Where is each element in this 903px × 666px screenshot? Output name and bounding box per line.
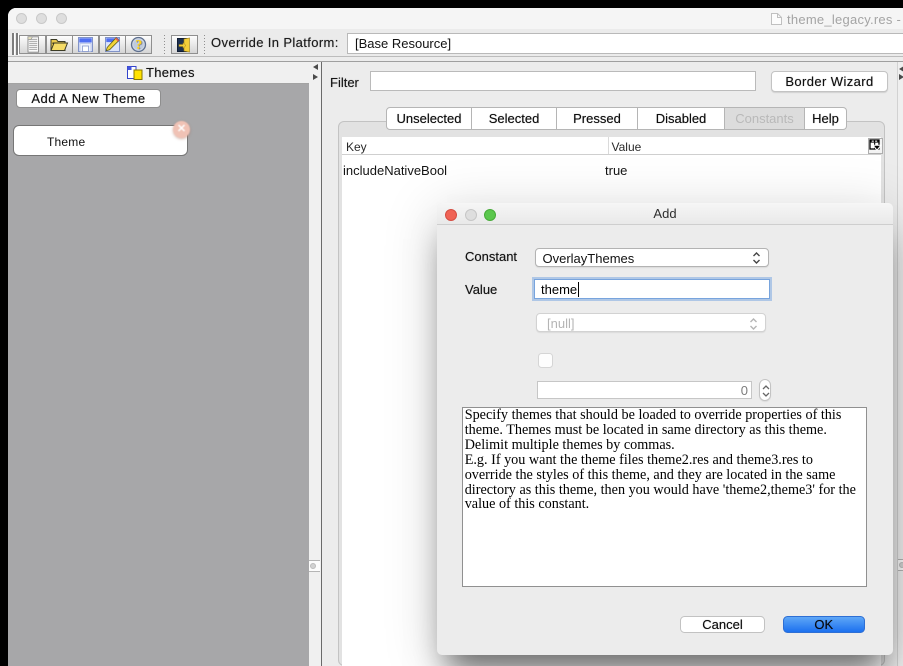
svg-text:?: ? [135,38,142,53]
